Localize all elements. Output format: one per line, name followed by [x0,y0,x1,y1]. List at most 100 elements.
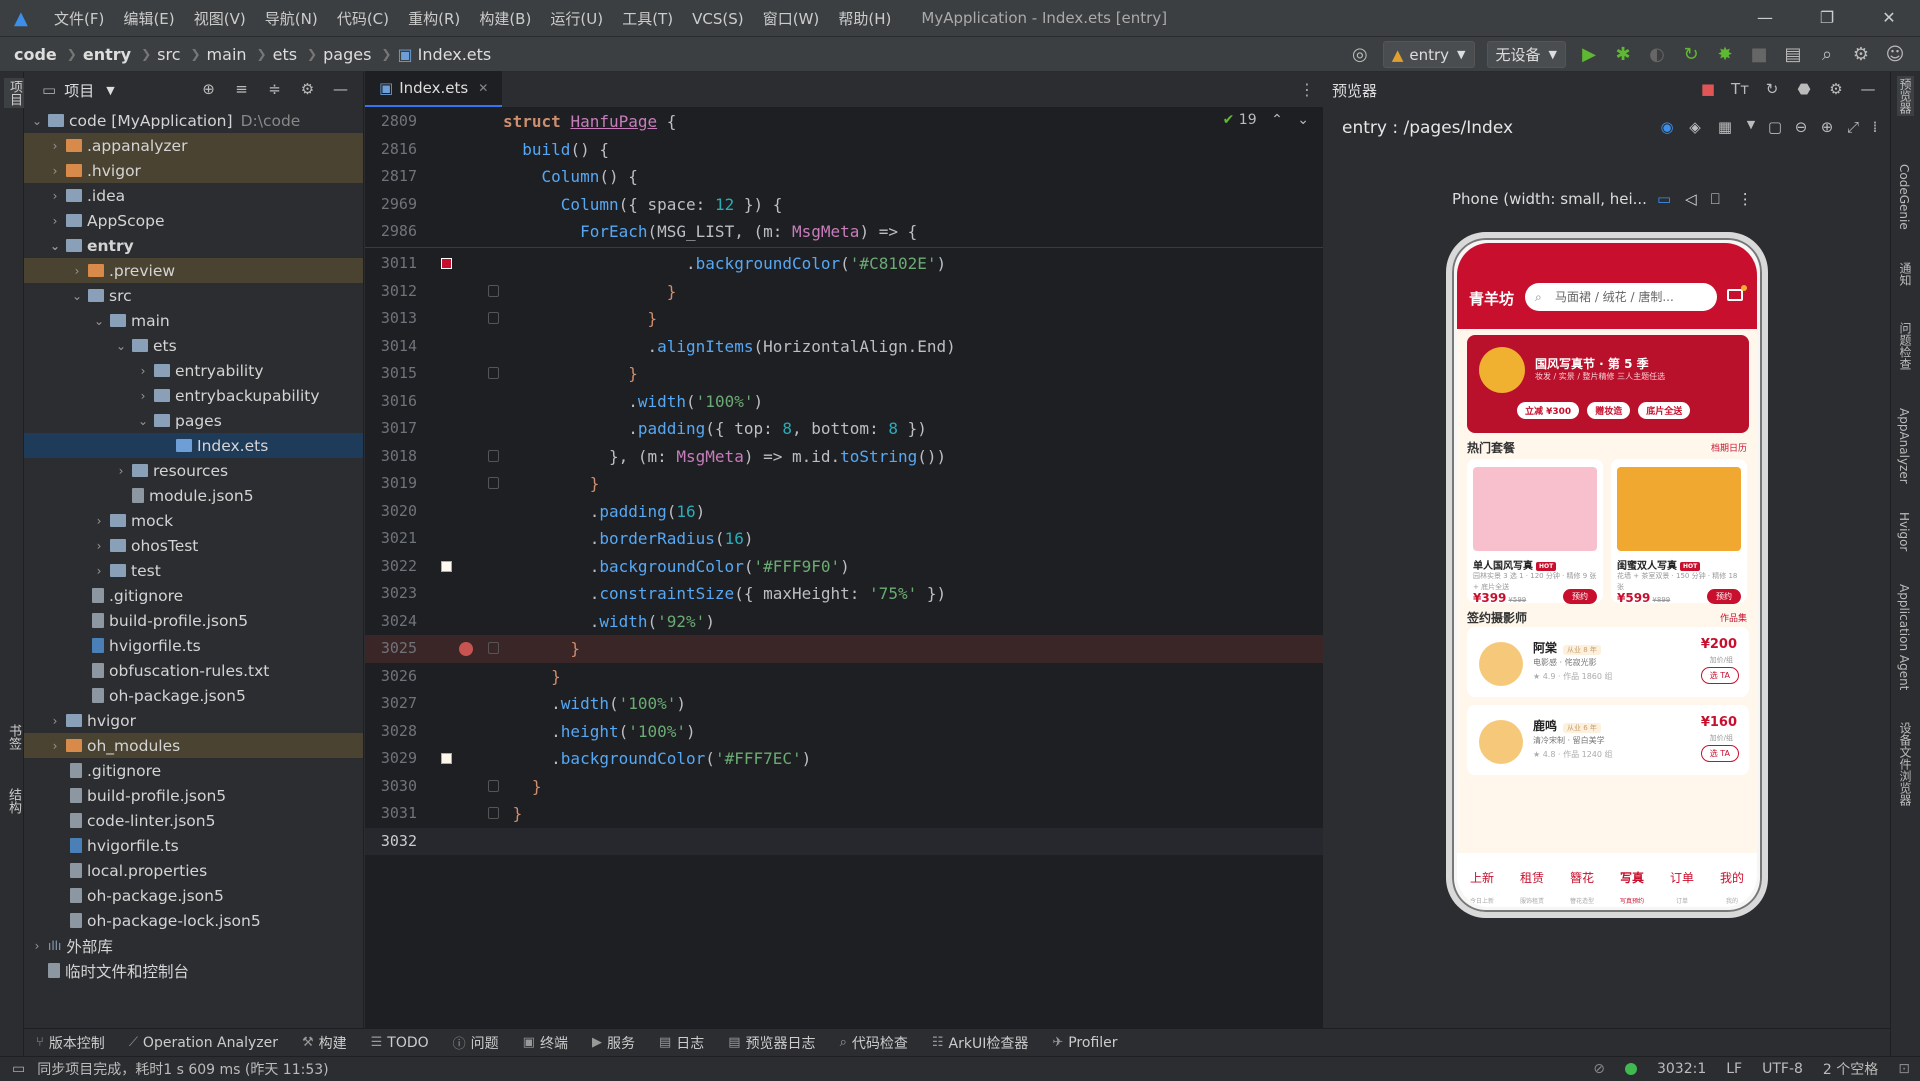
menu-window[interactable]: 窗口(W) [763,10,820,28]
locate-icon[interactable]: ⊕ [192,80,225,98]
tree-item-idea[interactable]: › .idea [24,183,363,208]
eye-icon[interactable]: ◉ [1654,118,1680,136]
code-inspection-tool-button[interactable]: ⌕ 代码检查 [840,1033,908,1053]
tree-item-oh-package[interactable]: oh-package.json5 [24,883,363,908]
choose-button[interactable]: 选 TA [1700,667,1739,684]
terminal-tool-button[interactable]: ▣ 终端 [523,1033,568,1053]
layout-toggle-icon[interactable]: ▭ [12,1061,25,1077]
tree-item-code-linter[interactable]: code-linter.json5 [24,808,363,833]
zoom-in-icon[interactable]: ⊕ [1814,118,1840,136]
portfolio-link[interactable]: 作品集 [1720,611,1747,624]
code-line[interactable]: }, (m: MsgMeta) => m.id.toString()) [503,443,946,471]
fold-icon[interactable] [488,312,499,324]
banner-chip[interactable]: 底片全送 [1638,402,1691,419]
menu-edit[interactable]: 编辑(E) [123,10,174,28]
problems-check-tool-button[interactable]: 问题检查 [1897,322,1914,370]
layers-icon[interactable]: ◈ [1680,118,1710,136]
breadcrumb-entry[interactable]: entry [83,45,131,64]
tree-item-hvigor[interactable]: › hvigor [24,708,363,733]
tab-index-ets[interactable]: ▣ Index.ets ✕ [365,71,503,107]
code-line[interactable]: .backgroundColor('#FFF7EC') [503,745,811,773]
chevron-down-icon[interactable]: ▼ [1740,118,1762,136]
code-area[interactable]: 2809 struct HanfuPage { 2816 build() { 2… [365,108,1323,1028]
code-line[interactable]: .backgroundColor('#C8102E') [503,250,946,278]
tree-item-local-properties[interactable]: local.properties [24,858,363,883]
tree-item-hvigor-dir[interactable]: › .hvigor [24,158,363,183]
hvigor-tool-button[interactable]: Hvigor [1897,512,1911,551]
notifications-tool-button[interactable]: 通知 [1897,262,1914,286]
tree-item-build-profile[interactable]: build-profile.json5 [24,783,363,808]
menu-navigate[interactable]: 导航(N) [265,10,318,28]
app-tab[interactable]: 我的 我的 [1707,853,1757,907]
chevron-down-icon[interactable]: ⌄ [1297,112,1309,128]
tree-item-main[interactable]: ⌄ main [24,308,363,333]
minimize-icon[interactable]: — [1734,0,1796,36]
fold-icon[interactable] [488,367,499,379]
banner-chip[interactable]: 立减 ¥300 [1517,402,1580,419]
code-line[interactable]: ForEach(MSG_LIST, (m: MsgMeta) => { [503,218,917,246]
vcs-tool-button[interactable]: ⑂ 版本控制 [36,1033,105,1053]
code-line[interactable]: .padding(16) [503,498,706,526]
tree-item-appscope[interactable]: › AppScope [24,208,363,233]
status-ok-icon[interactable] [1624,1063,1637,1075]
code-line[interactable]: .alignItems(HorizontalAlign.End) [503,333,955,361]
tree-item-resources[interactable]: › resources [24,458,363,483]
refresh-icon[interactable]: ↻ [1756,80,1788,98]
code-line[interactable]: .borderRadius(16) [503,525,754,553]
collapse-all-icon[interactable]: ≑ [258,80,291,98]
profile-manager-icon[interactable]: ▭ [1657,190,1671,208]
tree-item-pages[interactable]: ⌄ pages [24,408,363,433]
close-icon[interactable]: ✕ [1858,0,1920,36]
application-agent-tool-button[interactable]: Application Agent [1897,584,1911,690]
previewer-log-tool-button[interactable]: ▤ 预览器日志 [728,1033,815,1053]
tree-item-entry-oh-package[interactable]: oh-package.json5 [24,683,363,708]
code-line[interactable]: .constraintSize({ maxHeight: '75%' }) [503,580,946,608]
search-icon[interactable]: ⌕ [1810,44,1844,65]
module-select[interactable]: ▲ entry ▼ [1382,41,1475,68]
app-tab[interactable]: 簪花 簪花造型 [1557,853,1607,907]
tree-item-src[interactable]: ⌄ src [24,283,363,308]
tree-item-index-ets[interactable]: Index.ets [24,433,363,458]
breakpoint-icon[interactable] [459,642,473,656]
stop-icon[interactable]: ■ [1742,44,1776,65]
hide-icon[interactable]: — [324,80,357,98]
app-tab[interactable]: 订单 订单 [1657,853,1707,907]
run-icon[interactable]: ▶ [1572,44,1606,65]
code-line[interactable]: } [503,470,600,498]
tree-item-entry[interactable]: ⌄ entry [24,233,363,258]
tree-item-appanalyzer[interactable]: › .appanalyzer [24,133,363,158]
appanalyzer-tool-button[interactable]: AppAnalyzer [1897,408,1911,484]
zoom-out-icon[interactable]: ⊖ [1788,118,1814,136]
bookmarks-tool-window-button[interactable]: 书签 [4,724,23,750]
promo-banner[interactable]: 国风写真节 · 第 5 季 妆发 / 实景 / 整片精修 三人主题任选 立减 ¥… [1467,335,1749,433]
tree-item-oh-package-lock[interactable]: oh-package-lock.json5 [24,908,363,933]
fold-icon[interactable] [488,284,499,297]
tree-item-root[interactable]: ⌄ code [MyApplication] D:\code [24,108,363,133]
services-tool-button[interactable]: ▶ 服务 [592,1033,635,1053]
code-line[interactable]: .padding({ top: 8, bottom: 8 }) [503,415,927,443]
breadcrumb-code[interactable]: code [14,45,57,64]
expand-all-icon[interactable]: ≡ [225,80,258,98]
lock-icon[interactable]: ⊡ [1898,1061,1910,1077]
build-tool-button[interactable]: ⚒ 构建 [302,1033,347,1053]
gear-icon[interactable]: ⚙ [291,80,324,98]
settings-icon[interactable]: ⚙ [1844,44,1878,65]
code-line[interactable]: } [503,663,561,691]
tree-item-entry-hvigorfile[interactable]: hvigorfile.ts [24,633,363,658]
photographer-card[interactable]: 鹿鸣 从业 6 年 清冷宋制 · 留白美学 ★ 4.8 · 作品 1240 组 ¥… [1467,705,1749,775]
color-swatch-icon[interactable] [441,258,452,269]
tree-item-oh-modules[interactable]: › oh_modules [24,733,363,758]
tree-item-mock[interactable]: › mock [24,508,363,533]
menu-view[interactable]: 视图(V) [194,10,246,28]
plugin-icon[interactable]: ⬣ [1788,80,1820,98]
tree-item-entrybackupability[interactable]: › entrybackupability [24,383,363,408]
project-tool-window-button[interactable]: 项目 [4,78,25,108]
tree-item-ohostest[interactable]: › ohosTest [24,533,363,558]
menu-code[interactable]: 代码(C) [337,10,389,28]
breadcrumb-ets[interactable]: ets [273,45,297,64]
inspection-widget[interactable]: ✔ 19 ⌃ ⌄ [1223,112,1309,128]
more-icon[interactable]: ⋮ [1299,80,1315,99]
line-separator[interactable]: LF [1726,1061,1742,1077]
app-tab[interactable]: 上新 今日上新 [1457,853,1507,907]
grid-icon[interactable]: ▦ [1710,118,1740,136]
